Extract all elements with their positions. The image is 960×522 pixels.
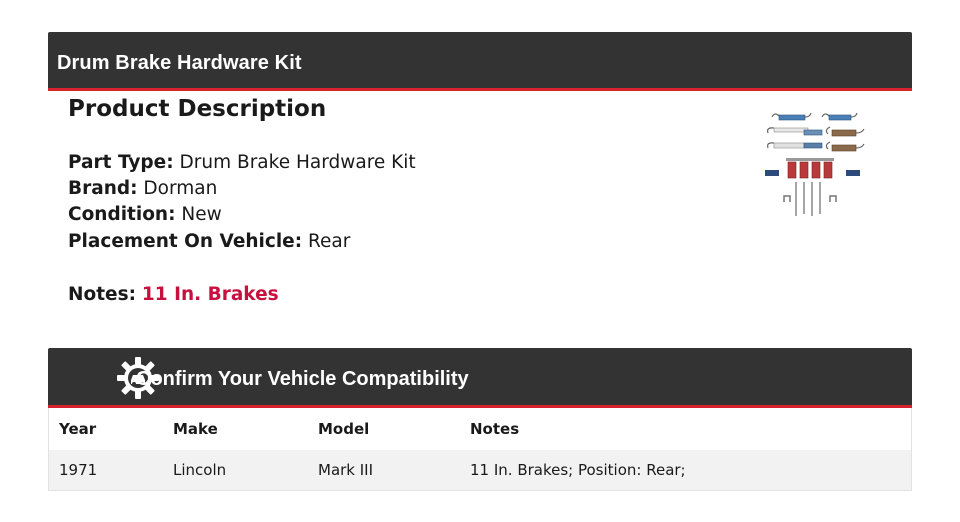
spec-part-type: Part Type: Drum Brake Hardware Kit (68, 150, 416, 176)
spec-value: New (181, 204, 222, 225)
cell-year: 1971 (48, 450, 163, 491)
compatibility-banner: Confirm Your Vehicle Compatibility (48, 348, 912, 408)
compatibility-table: Year Make Model Notes 1971 Lincoln Mark … (48, 408, 912, 491)
table-row: 1971 Lincoln Mark III 11 In. Brakes; Pos… (48, 450, 912, 491)
column-header-notes: Notes (470, 420, 520, 438)
spec-placement: Placement On Vehicle: Rear (68, 229, 350, 255)
spec-label: Part Type: (68, 152, 174, 173)
product-title: Drum Brake Hardware Kit (57, 52, 302, 74)
table-header-row: Year Make Model Notes (49, 408, 912, 450)
cell-make: Lincoln (163, 450, 308, 491)
column-header-model: Model (318, 420, 370, 438)
spec-label: Condition: (68, 204, 176, 225)
spec-brand: Brand: Dorman (68, 176, 217, 202)
cell-model: Mark III (308, 450, 460, 491)
spec-condition: Condition: New (68, 202, 222, 228)
cell-notes: 11 In. Brakes; Position: Rear; (460, 450, 912, 491)
spec-label: Placement On Vehicle: (68, 231, 303, 252)
compatibility-title: Confirm Your Vehicle Compatibility (136, 368, 469, 390)
notes-label: Notes: (68, 284, 136, 305)
spec-value: Dorman (143, 178, 218, 199)
column-header-make: Make (173, 420, 218, 438)
spec-value: Rear (308, 231, 351, 252)
column-header-year: Year (59, 420, 97, 438)
spec-value: Drum Brake Hardware Kit (179, 152, 416, 173)
spec-notes: Notes: 11 In. Brakes (68, 282, 279, 308)
product-title-banner: Drum Brake Hardware Kit (48, 32, 912, 91)
product-image[interactable] (760, 106, 874, 220)
notes-value: 11 In. Brakes (141, 284, 279, 305)
spec-label: Brand: (68, 178, 138, 199)
description-heading: Product Description (68, 96, 327, 122)
product-description-section: Product Description (68, 96, 326, 122)
